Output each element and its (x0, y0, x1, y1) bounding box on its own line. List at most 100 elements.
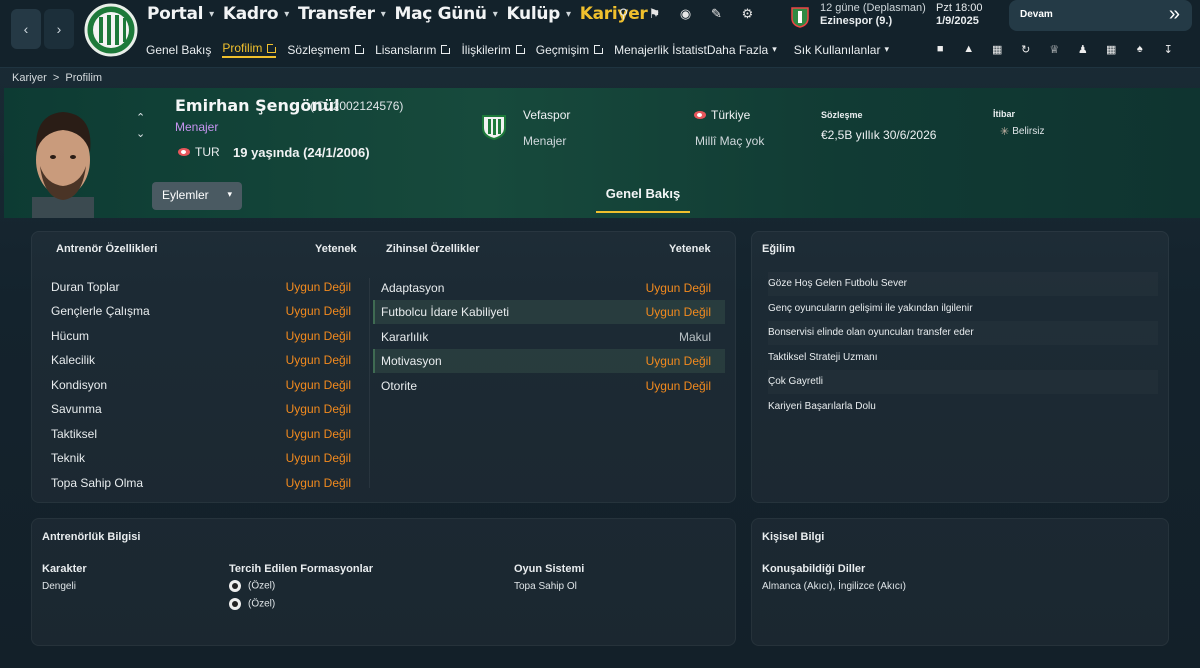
country-name: Türkiye (711, 108, 751, 122)
group-icon[interactable]: ♠ (1126, 43, 1155, 56)
tendency-item: Çok Gayretli (768, 370, 1158, 394)
coach-attr-row[interactable]: Kondisyon Uygun Değil (51, 373, 351, 397)
chevron-down-icon: ▾ (284, 8, 290, 20)
search-icon[interactable]: ⚲ (608, 6, 639, 22)
subnav-lisanslarim[interactable]: Lisanslarım (375, 43, 453, 57)
continue-label: Devam (1020, 9, 1053, 20)
coach-attr-row[interactable]: Hücum Uygun Değil (51, 324, 351, 348)
people-icon[interactable]: ♟ (1069, 43, 1098, 56)
top-bar: ‹ › Portal ▾ Kadro ▾ Transfer ▾ Maç Günü ▾ K… (0, 0, 1200, 68)
coach-attr-row[interactable]: Gençlerle Çalışma Uygun Değil (51, 299, 351, 323)
system-value: Topa Sahip Ol (514, 581, 577, 592)
subnav-iliskilerim[interactable]: İlişkilerim (461, 43, 527, 57)
bookmark-icon[interactable]: ⚑ (639, 6, 670, 22)
actions-label: Eylemler (162, 188, 209, 202)
actions-dropdown[interactable]: Eylemler ▾ (152, 182, 242, 210)
reputation-label: İtibar (993, 109, 1016, 119)
nav-mac-gunu[interactable]: Maç Günü ▾ (394, 4, 497, 24)
football-icon (229, 580, 241, 592)
breadcrumb-root[interactable]: Kariyer (12, 72, 47, 84)
reputation-value: ✳ Belirsiz (1000, 126, 1045, 138)
subnav-daha-fazla[interactable]: Daha Fazla ▾ (707, 43, 777, 57)
turkey-flag-icon (178, 148, 190, 156)
manager-id: (ID: 2002124576) (310, 99, 404, 113)
club-name[interactable]: Vefaspor (523, 108, 570, 122)
mental-attr-row[interactable]: Adaptasyon Uygun Değil (375, 276, 721, 300)
match-opponent: Ezinespor (9.) (820, 15, 893, 27)
document-icon[interactable]: ▦ (983, 43, 1012, 56)
coach-attr-row[interactable]: Duran Toplar Uygun Değil (51, 275, 351, 299)
coach-attr-row[interactable]: Topa Sahip Olma Uygun Değil (51, 471, 351, 495)
breadcrumb: Kariyer > Profilim (12, 72, 102, 84)
refresh-icon[interactable]: ↻ (1012, 43, 1041, 56)
chat-icon[interactable]: ■ (926, 43, 955, 56)
next-match[interactable]: 12 güne (Deplasman) Ezinespor (9.) Pzt 1… (790, 2, 1010, 32)
trophy-icon[interactable]: ♕ (1040, 43, 1069, 56)
star-outline-icon: ✳ (1000, 126, 1010, 138)
calendar-icon[interactable]: ▦ (1097, 43, 1126, 56)
formations-label: Tercih Edilen Formasyonlar (229, 563, 374, 575)
continue-button[interactable]: Devam » (1009, 0, 1192, 31)
country[interactable]: Türkiye (694, 108, 750, 122)
mental-attr-row[interactable]: Otorite Uygun Değil (375, 374, 721, 398)
mental-attributes-col: Yetenek (669, 243, 711, 255)
manager-role: Menajer (175, 120, 219, 134)
coach-attr-row[interactable]: Taktiksel Uygun Değil (51, 422, 351, 446)
subnav-favorites[interactable]: Sık Kullanılanlar ▾ (794, 43, 889, 57)
subnav-istatistik[interactable]: Menajerlik İstatist (614, 43, 707, 57)
tab-genel-bakis[interactable]: Genel Bakış (596, 179, 690, 213)
nav-portal[interactable]: Portal ▾ (147, 4, 214, 24)
mental-attr-row[interactable]: Futbolcu İdare Kabiliyeti Uygun Değil (373, 300, 725, 324)
fast-forward-icon: » (1168, 3, 1180, 25)
chevron-down-icon[interactable]: ⌄ (136, 126, 145, 142)
pen-icon[interactable]: ✎ (701, 6, 732, 22)
mental-attr-row[interactable]: Motivasyon Uygun Değil (373, 349, 725, 373)
shirt-icon[interactable]: ▲ (955, 43, 984, 56)
coach-attr-row[interactable]: Teknik Uygun Değil (51, 446, 351, 470)
subnav-genel-bakis[interactable]: Genel Bakış (146, 43, 211, 57)
football-icon (229, 598, 241, 610)
profile-header: ⌃ ⌄ Emirhan Şengönül (ID: 2002124576) Me… (4, 88, 1200, 218)
chevron-down-icon: ▾ (227, 189, 232, 199)
nav-kadro[interactable]: Kadro ▾ (223, 4, 289, 24)
forward-button[interactable]: › (44, 9, 74, 49)
nationality: TUR (178, 145, 220, 159)
mental-attr-row[interactable]: Kararlılık Makul (375, 325, 721, 349)
tendency-title: Eğilim (762, 243, 796, 255)
tendency-item: Kariyeri Başarılarla Dolu (768, 401, 876, 412)
formation-item[interactable]: (Özel) (229, 580, 275, 592)
gear-icon[interactable]: ⚙ (732, 6, 763, 22)
globe-icon[interactable]: ◉ (670, 6, 701, 22)
tendency-item: Bonservisi elinde olan oyuncuları transf… (768, 321, 1158, 345)
chevron-up-icon[interactable]: ⌃ (136, 110, 145, 126)
manager-age: 19 yaşında (24/1/2006) (233, 145, 370, 160)
external-link-icon (515, 43, 527, 54)
coach-attributes-title: Antrenör Özellikleri (56, 243, 158, 255)
character-label: Karakter (42, 563, 87, 575)
chevron-down-icon: ▾ (492, 8, 498, 20)
download-icon[interactable]: ↧ (1154, 43, 1183, 56)
back-button[interactable]: ‹ (11, 9, 41, 49)
club-badge-icon[interactable] (481, 114, 507, 140)
subnav-gecmisim[interactable]: Geçmişim (536, 43, 606, 57)
coaching-info-title: Antrenörlük Bilgisi (42, 531, 141, 543)
contract-value: €2,5B yıllık 30/6/2026 (821, 128, 937, 142)
formation-item[interactable]: (Özel) (229, 598, 275, 610)
chevron-down-icon: ▾ (884, 44, 889, 54)
chevron-down-icon: ▾ (380, 8, 386, 20)
coach-attr-row[interactable]: Savunma Uygun Değil (51, 397, 351, 421)
club-role: Menajer (523, 134, 567, 148)
languages-value: Almanca (Akıcı), İngilizce (Akıcı) (762, 581, 906, 592)
chevron-down-icon: ▾ (209, 8, 214, 20)
subnav-profilim[interactable]: Profilim (222, 41, 279, 58)
external-link-icon (441, 43, 453, 54)
chevron-down-icon: ▾ (772, 44, 777, 54)
nav-transfer[interactable]: Transfer ▾ (298, 4, 386, 24)
coach-attr-row[interactable]: Kalecilik Uygun Değil (51, 348, 351, 372)
match-days: 12 güne (Deplasman) (820, 2, 926, 14)
player-nav-arrows: ⌃ ⌄ (136, 110, 145, 142)
club-logo[interactable] (84, 3, 138, 57)
nav-kulup[interactable]: Kulüp ▾ (506, 4, 571, 24)
subnav-sozlesmem[interactable]: Sözleşmem (287, 43, 367, 57)
tendency-item: Göze Hoş Gelen Futbolu Sever (768, 272, 1158, 296)
